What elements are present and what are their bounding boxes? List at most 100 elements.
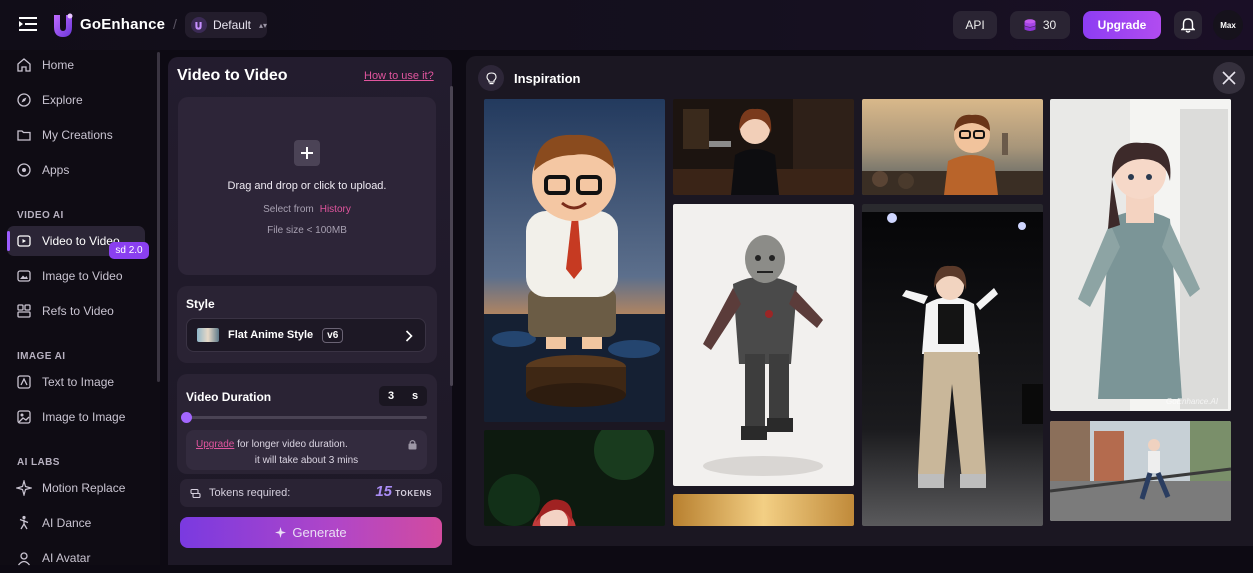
- duration-slider-handle[interactable]: [181, 412, 192, 423]
- sidebar-scrollbar[interactable]: [157, 52, 160, 382]
- compass-icon: [17, 93, 31, 107]
- history-link[interactable]: History: [320, 204, 351, 215]
- upload-select-line: Select from History: [178, 204, 436, 215]
- sidebar-item-apps[interactable]: Apps: [7, 155, 145, 185]
- workspace-logo-icon: [191, 17, 207, 33]
- sidebar-item-refs-to-video[interactable]: Refs to Video: [7, 296, 145, 326]
- generate-button[interactable]: Generate: [180, 517, 442, 548]
- style-version-badge: v6: [322, 327, 344, 343]
- sidebar-item-motion-replace[interactable]: Motion Replace: [7, 473, 145, 503]
- token-icon: [190, 488, 201, 498]
- duration-slider[interactable]: [186, 416, 427, 419]
- sidebar-item-label: AI Avatar: [42, 551, 91, 565]
- inspiration-thumbnail-street-runner[interactable]: [1050, 421, 1231, 521]
- sidebar-item-my-creations[interactable]: My Creations: [7, 120, 145, 150]
- upgrade-note: Upgrade for longer video duration. it wi…: [186, 430, 427, 470]
- sidebar-item-image-to-image[interactable]: Image to Image: [7, 402, 145, 432]
- tokens-value: 15: [375, 483, 392, 500]
- video-duration-card: Video Duration 3 s Upgrade for longer vi…: [177, 374, 437, 474]
- panel-scrollbar[interactable]: [450, 86, 453, 386]
- upload-instructions: Drag and drop or click to upload.: [227, 180, 387, 192]
- close-button[interactable]: [1213, 62, 1245, 94]
- image-image-icon: [17, 410, 31, 424]
- lock-icon: [408, 440, 417, 450]
- sidebar-item-label: Video to Video: [42, 234, 120, 248]
- sidebar-item-label: AI Dance: [42, 516, 92, 530]
- section-title-video-ai: VIDEO AI: [17, 210, 64, 221]
- inspiration-thumbnail-golden[interactable]: [673, 494, 854, 526]
- credits-button[interactable]: 30: [1010, 11, 1070, 39]
- sidebar-item-home[interactable]: Home: [7, 50, 145, 80]
- style-card: Style Flat Anime Style v6: [177, 286, 437, 363]
- text-image-icon: [17, 375, 31, 389]
- brand-name[interactable]: GoEnhance: [80, 16, 165, 33]
- sidebar-item-label: Apps: [42, 163, 70, 177]
- style-label: Style: [186, 297, 215, 311]
- goenhance-logo-icon[interactable]: [50, 12, 76, 38]
- bulb-icon: [478, 65, 504, 91]
- sparkle-icon: [16, 480, 32, 496]
- duration-value: 3: [387, 390, 395, 402]
- page-title: Video to Video: [177, 67, 288, 84]
- credits-count: 30: [1042, 18, 1057, 32]
- notifications-button[interactable]: [1174, 11, 1202, 39]
- bell-icon: [1181, 17, 1195, 33]
- sparkle-icon: [275, 527, 287, 538]
- style-name: Flat Anime Style: [228, 329, 314, 341]
- chevron-right-icon: [405, 330, 413, 342]
- duration-unit: s: [411, 390, 419, 402]
- sidebar-item-label: Explore: [42, 93, 83, 107]
- upgrade-button[interactable]: Upgrade: [1083, 11, 1161, 39]
- sidebar-item-label: Refs to Video: [42, 304, 114, 318]
- sidebar-item-label: Home: [42, 58, 75, 72]
- sidebar-item-label: Motion Replace: [42, 481, 126, 495]
- inspiration-title: Inspiration: [514, 71, 581, 86]
- upgrade-note-text: Upgrade for longer video duration.: [196, 439, 348, 450]
- breadcrumb-separator: /: [173, 16, 177, 32]
- sidebar-item-text-to-image[interactable]: Text to Image: [7, 367, 145, 397]
- section-title-ai-labs: AI LABS: [17, 457, 60, 468]
- dance-icon: [19, 515, 29, 530]
- sidebar-item-label: Image to Image: [42, 410, 126, 424]
- inspiration-thumbnail-zombie[interactable]: [673, 204, 854, 486]
- how-to-use-link[interactable]: How to use it?: [364, 70, 434, 82]
- plus-icon: [294, 140, 320, 166]
- avatar[interactable]: Max: [1213, 10, 1243, 40]
- sidebar-item-ai-avatar[interactable]: AI Avatar: [7, 543, 145, 573]
- inspiration-thumbnail-cartoon-man[interactable]: [484, 99, 665, 422]
- inspiration-thumbnail-anime-woman-bar[interactable]: [673, 99, 854, 195]
- tokens-label: Tokens required:: [209, 487, 291, 499]
- duration-input[interactable]: 3 s: [379, 386, 427, 406]
- upload-size-limit: File size < 100MB: [267, 225, 347, 236]
- folder-icon: [17, 130, 31, 141]
- section-title-image-ai: IMAGE AI: [17, 351, 66, 362]
- upgrade-link[interactable]: Upgrade: [196, 439, 234, 450]
- menu-icon[interactable]: [19, 17, 37, 31]
- sidebar-item-explore[interactable]: Explore: [7, 85, 145, 115]
- apps-icon: [17, 163, 31, 177]
- refs-icon: [17, 304, 31, 318]
- tokens-required: Tokens required: 15 TOKENS: [180, 479, 442, 507]
- sidebar-item-label: Text to Image: [42, 375, 115, 389]
- upgrade-note-rest: for longer video duration.: [234, 439, 348, 450]
- workspace-label: Default: [212, 18, 251, 32]
- api-button[interactable]: API: [953, 11, 997, 39]
- inspiration-thumbnail-anime-girl-green[interactable]: [484, 430, 665, 526]
- duration-label: Video Duration: [186, 390, 272, 404]
- generate-label: Generate: [292, 525, 347, 540]
- duration-time-estimate: it will take about 3 mins: [254, 455, 359, 466]
- workspace-selector[interactable]: Default ▴▾: [185, 12, 267, 38]
- inspiration-thumbnail-cartoon-ship[interactable]: [862, 99, 1043, 195]
- sidebar-item-label: My Creations: [42, 128, 113, 142]
- upload-dropzone[interactable]: Drag and drop or click to upload. Select…: [178, 97, 436, 275]
- inspiration-thumbnail-anime-dancer-stage[interactable]: [862, 204, 1043, 526]
- close-icon: [1222, 71, 1236, 85]
- inspiration-thumbnail-anime-woman-dress[interactable]: [1050, 99, 1231, 411]
- avatar-icon: [17, 552, 31, 566]
- style-selector[interactable]: Flat Anime Style v6: [186, 318, 426, 352]
- updown-caret-icon: ▴▾: [258, 20, 267, 30]
- tokens-unit: TOKENS: [395, 489, 432, 498]
- sidebar-item-ai-dance[interactable]: AI Dance: [7, 508, 145, 538]
- sidebar-item-image-to-video[interactable]: Image to Video: [7, 261, 145, 291]
- upload-select-text: Select from: [263, 204, 314, 215]
